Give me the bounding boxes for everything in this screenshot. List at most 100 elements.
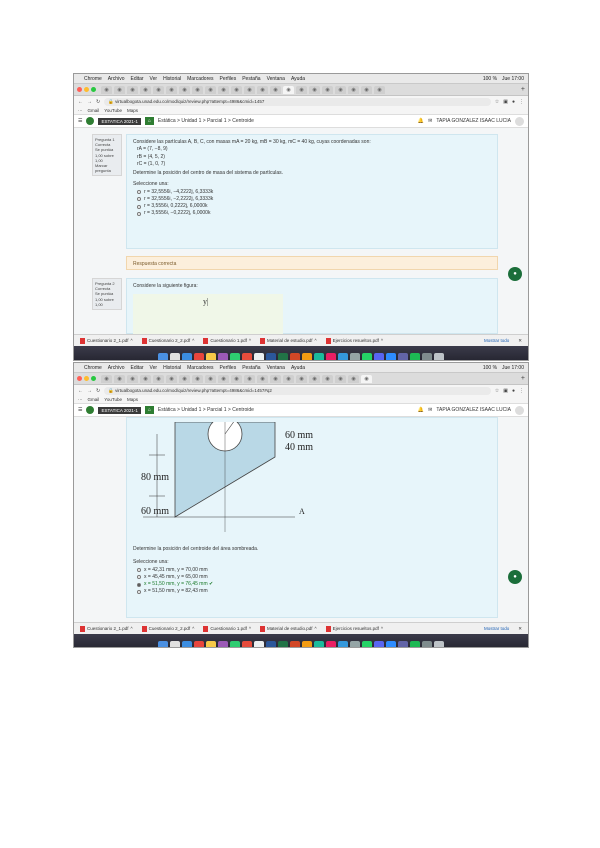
menu-history[interactable]: Historial	[163, 76, 181, 82]
radio-button[interactable]	[137, 589, 141, 594]
course-name[interactable]: ESTATICA 2021-1	[98, 406, 141, 414]
tab[interactable]: ◉	[309, 85, 320, 94]
safari-icon[interactable]	[182, 352, 192, 360]
flag-question-link[interactable]: Marcar pregunta	[95, 163, 119, 173]
answer-option[interactable]: x = 45,45 mm, y = 65,00 mm	[137, 574, 491, 581]
powerpoint-icon[interactable]	[290, 352, 300, 360]
breadcrumb[interactable]: Estática > Unidad 1 > Parcial 1 > Centro…	[158, 407, 254, 413]
photos-icon[interactable]	[254, 640, 264, 647]
back-icon[interactable]: ←	[78, 388, 83, 394]
word-icon[interactable]	[266, 640, 276, 647]
download-item[interactable]: Material de estudio.pdf ^	[259, 337, 317, 344]
downloads-icon[interactable]	[422, 640, 432, 647]
tab[interactable]: ◉	[374, 85, 385, 94]
star-icon[interactable]: ☆	[495, 99, 499, 105]
menu-bookmarks[interactable]: Marcadores	[187, 365, 213, 371]
radio-button[interactable]	[137, 211, 141, 216]
vlc-icon[interactable]	[302, 352, 312, 360]
download-item[interactable]: Cuestionario 2_2.pdf ^	[141, 337, 194, 344]
safari-icon[interactable]	[182, 640, 192, 647]
facetime-icon[interactable]	[230, 640, 240, 647]
minimize-window-icon[interactable]	[84, 376, 89, 381]
teams-icon[interactable]	[398, 352, 408, 360]
zoom-window-icon[interactable]	[91, 376, 96, 381]
tab[interactable]: ◉	[348, 85, 359, 94]
close-downloads-icon[interactable]: ✕	[518, 626, 522, 632]
tab[interactable]: ◉	[283, 374, 294, 383]
chrome-icon[interactable]	[194, 352, 204, 360]
bookmark-maps[interactable]: Maps	[127, 108, 138, 113]
tab[interactable]: ◉	[101, 374, 112, 383]
tab[interactable]: ◉	[244, 374, 255, 383]
forward-icon[interactable]: →	[87, 388, 92, 394]
menu-view[interactable]: Ver	[150, 76, 158, 82]
menu-help[interactable]: Ayuda	[291, 76, 305, 82]
tab[interactable]: ◉	[296, 374, 307, 383]
show-all-downloads-link[interactable]: Mostrar todo	[484, 626, 509, 631]
download-item[interactable]: Cuestionario 1.pdf ^	[203, 337, 251, 344]
profile-icon[interactable]: ●	[512, 388, 515, 394]
notifications-icon[interactable]: 🔔	[418, 407, 424, 413]
avatar[interactable]	[515, 116, 524, 126]
download-item[interactable]: Ejercicios resueltos.pdf ^	[325, 625, 383, 632]
more-icon[interactable]: ⋮	[519, 388, 524, 394]
tab[interactable]: ◉	[309, 374, 320, 383]
bookmark-gmail[interactable]: Gmail	[88, 108, 100, 113]
bookmark-maps[interactable]: Maps	[127, 397, 138, 402]
podcasts-icon[interactable]	[218, 640, 228, 647]
notifications-icon[interactable]: 🔔	[418, 118, 424, 124]
bookmark-gmail[interactable]: Gmail	[88, 397, 100, 402]
launchpad-icon[interactable]	[170, 640, 180, 647]
whatsapp-icon[interactable]	[362, 352, 372, 360]
tab[interactable]: ◉	[101, 85, 112, 94]
answer-option[interactable]: r = 32,5556i, −2,2222j, 6,3333k	[137, 196, 491, 203]
bookmark-youtube[interactable]: YouTube	[104, 108, 122, 113]
download-item[interactable]: Material de estudio.pdf ^	[259, 625, 317, 632]
tab[interactable]: ◉	[114, 374, 125, 383]
reload-icon[interactable]: ↻	[96, 99, 100, 105]
radio-button[interactable]	[137, 190, 141, 195]
tab[interactable]: ◉	[231, 85, 242, 94]
downloads-icon[interactable]	[422, 352, 432, 360]
notes-icon[interactable]	[206, 640, 216, 647]
tab[interactable]: ◉	[348, 374, 359, 383]
more-icon[interactable]: ⋮	[519, 99, 524, 105]
chat-fab-icon[interactable]: ●	[508, 570, 522, 584]
address-bar[interactable]: 🔒 virtualbogota.unad.edu.co/mod/quiz/rev…	[104, 97, 491, 106]
show-all-downloads-link[interactable]: Mostrar todo	[484, 338, 509, 343]
radio-button[interactable]	[137, 197, 141, 202]
radio-button[interactable]	[137, 575, 141, 580]
tab[interactable]: ◉	[140, 374, 151, 383]
appstore-icon[interactable]	[338, 352, 348, 360]
messages-icon[interactable]: ✉	[428, 407, 432, 413]
menu-profiles[interactable]: Perfiles	[220, 365, 237, 371]
messages-icon[interactable]: ✉	[428, 118, 432, 124]
tab[interactable]: ◉	[257, 85, 268, 94]
university-logo[interactable]	[86, 117, 95, 125]
tab[interactable]: ◉	[205, 85, 216, 94]
home-icon[interactable]: ⌂	[144, 406, 154, 414]
breadcrumb[interactable]: Estática > Unidad 1 > Parcial 1 > Centro…	[158, 118, 254, 124]
tab[interactable]: ◉	[192, 374, 203, 383]
menu-help[interactable]: Ayuda	[291, 365, 305, 371]
new-tab-icon[interactable]: +	[521, 86, 525, 93]
extensions-icon[interactable]: ▣	[503, 99, 508, 105]
trash-icon[interactable]	[434, 352, 444, 360]
tab[interactable]: ◉	[140, 85, 151, 94]
tab[interactable]: ◉	[296, 85, 307, 94]
tab-active[interactable]: ◉	[361, 374, 372, 383]
address-bar[interactable]: 🔒 virtualbogota.unad.edu.co/mod/quiz/rev…	[104, 386, 491, 395]
menu-chrome[interactable]: Chrome	[84, 365, 102, 371]
radio-button[interactable]	[137, 204, 141, 209]
tab[interactable]: ◉	[270, 374, 281, 383]
answer-option[interactable]: r = 3,5556i, 0,2222j, 6,0000k	[137, 203, 491, 210]
tab[interactable]: ◉	[257, 374, 268, 383]
menu-profiles[interactable]: Perfiles	[220, 76, 237, 82]
maps-icon[interactable]	[314, 640, 324, 647]
settings-icon[interactable]	[350, 352, 360, 360]
course-name[interactable]: ESTATICA 2021-1	[98, 117, 141, 125]
excel-icon[interactable]	[278, 352, 288, 360]
tab[interactable]: ◉	[153, 85, 164, 94]
tab[interactable]: ◉	[218, 374, 229, 383]
facetime-icon[interactable]	[230, 352, 240, 360]
